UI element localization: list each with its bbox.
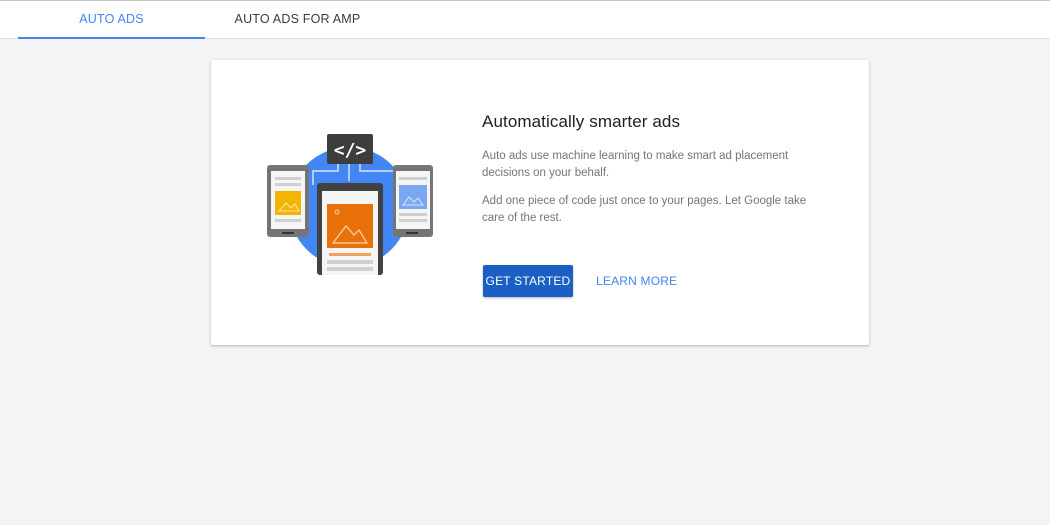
get-started-button[interactable]: GET STARTED [483, 265, 573, 297]
auto-ads-card: </> Automatically smarter ads Auto ads u… [211, 60, 869, 345]
tab-auto-ads[interactable]: AUTO ADS [18, 1, 205, 38]
code-devices-illustration: </> [266, 133, 436, 275]
learn-more-button[interactable]: LEARN MORE [590, 265, 683, 297]
card-title: Automatically smarter ads [482, 112, 681, 131]
active-tab-indicator [18, 37, 205, 39]
tab-bar: AUTO ADS AUTO ADS FOR AMP [0, 1, 1050, 39]
description-text: Auto ads use machine learning to make sm… [482, 150, 789, 179]
code-symbol: </> [334, 140, 367, 161]
tab-auto-ads-for-amp[interactable]: AUTO ADS FOR AMP [205, 1, 390, 38]
instructions-text: Add one piece of code just once to your … [482, 195, 807, 224]
